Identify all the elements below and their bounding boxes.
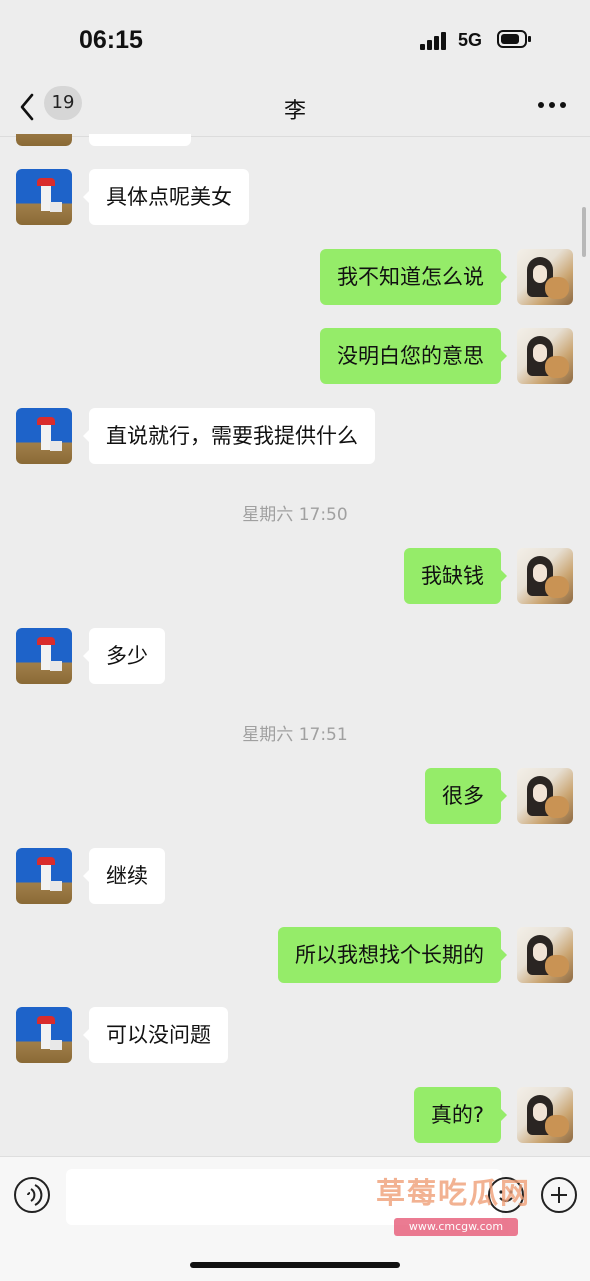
watermark-text: 草莓吃瓜网 [376,1176,532,1210]
status-bar: 06:15 5G [0,0,590,80]
contact-avatar[interactable] [16,408,72,464]
message-bubble-received[interactable]: 继续 [83,848,165,904]
my-avatar[interactable] [517,1087,573,1143]
my-avatar[interactable] [517,768,573,824]
message-bubble-sent[interactable]: 真的? [413,1087,508,1143]
message-bubble-sent[interactable]: 我缺钱 [404,548,507,604]
my-avatar[interactable] [517,927,573,983]
network-type: 5G [458,30,483,50]
timestamp: 星期六 17:50 [242,505,348,525]
voice-button[interactable] [14,1177,50,1213]
chat-title: 李 [283,99,306,124]
signal-icon [420,30,450,50]
scrollbar[interactable] [582,207,586,257]
message-bubble-partial [89,134,191,146]
timestamp: 星期六 17:51 [242,725,348,745]
message-bubble-sent[interactable]: 没明白您的意思 [320,328,507,384]
voice-icon [27,1184,43,1206]
status-time: 06:15 [79,26,143,54]
message-bubble-sent[interactable]: 我不知道怎么说 [320,249,507,305]
my-avatar[interactable] [517,328,573,384]
battery-icon [497,30,531,48]
ellipsis-icon [538,102,544,108]
contact-avatar[interactable] [16,169,72,225]
contact-avatar[interactable] [16,1007,72,1063]
plus-icon [551,1187,567,1203]
plus-button[interactable] [541,1177,577,1213]
message-bubble-received[interactable]: 直说就行，需要我提供什么 [83,408,375,464]
watermark-url: www.cmcgw.com [394,1218,518,1236]
message-bubble-received[interactable]: 可以没问题 [83,1007,228,1063]
message-bubble-received[interactable]: 多少 [83,628,165,684]
my-avatar[interactable] [517,548,573,604]
message-bubble-received[interactable]: 具体点呢美女 [83,169,249,225]
avatar-partial [16,134,72,146]
message-bubble-sent[interactable]: 很多 [425,768,507,824]
contact-avatar[interactable] [16,848,72,904]
home-indicator[interactable] [190,1262,400,1268]
contact-avatar[interactable] [16,628,72,684]
my-avatar[interactable] [517,249,573,305]
message-bubble-sent[interactable]: 所以我想找个长期的 [278,927,507,983]
more-button[interactable] [534,94,570,114]
